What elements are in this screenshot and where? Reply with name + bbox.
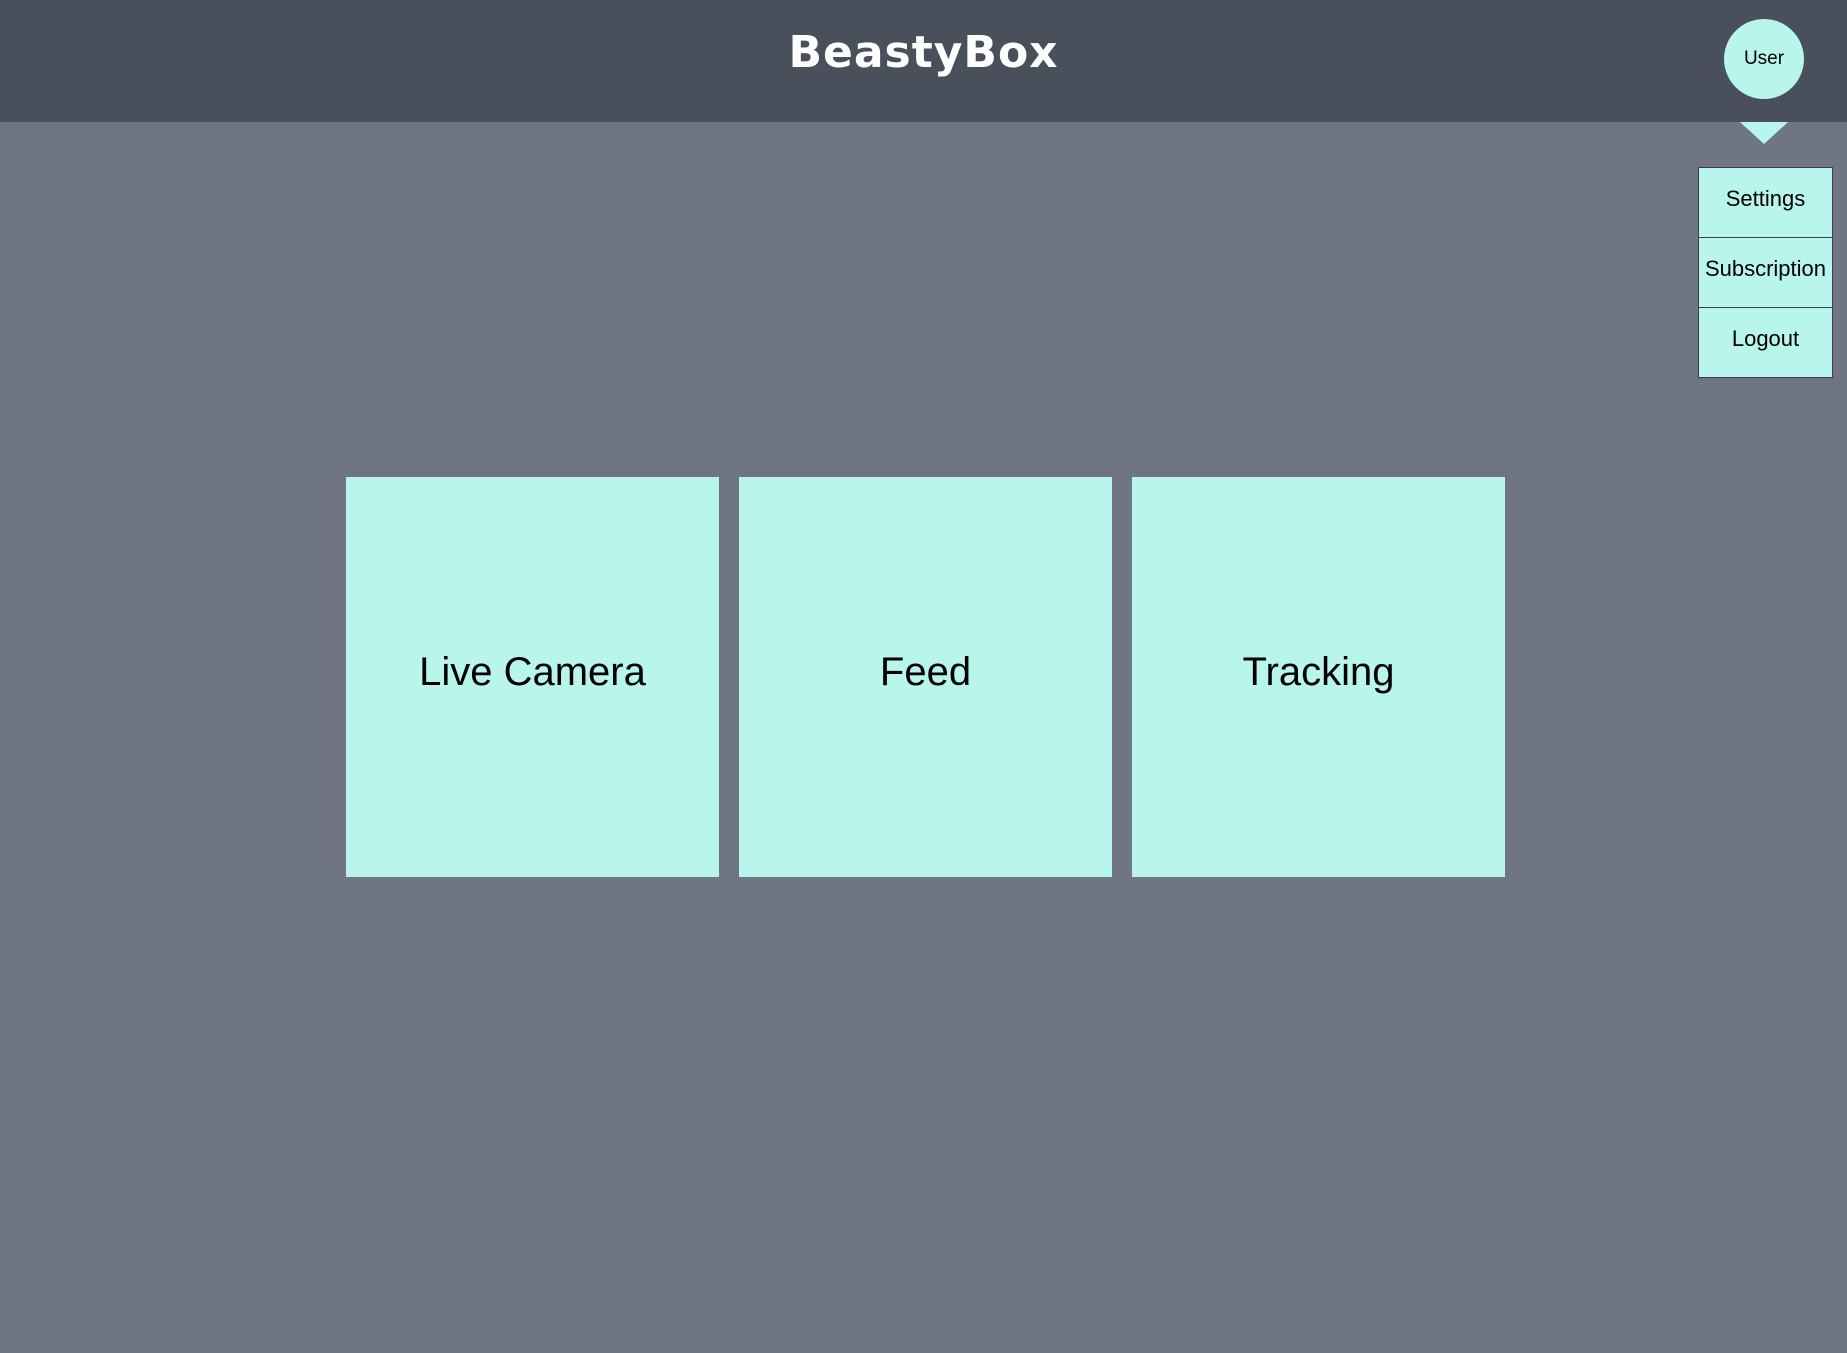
tile-label: Feed [879,649,972,694]
feature-tiles: Live Camera Feed Tracking [346,477,1505,877]
tracking-tile[interactable]: Tracking [1132,477,1505,877]
user-avatar-button[interactable]: User [1724,19,1804,99]
menu-item-logout[interactable]: Logout [1699,308,1832,377]
menu-item-settings[interactable]: Settings [1699,168,1832,238]
tile-label: Tracking [1242,649,1395,694]
menu-item-subscription[interactable]: Subscription [1699,238,1832,308]
user-dropdown-menu: Settings Subscription Logout [1698,167,1833,378]
top-header: BeastyBox User [0,0,1847,122]
tile-label: Live Camera [419,649,646,694]
live-camera-tile[interactable]: Live Camera [346,477,719,877]
user-avatar-label: User [1743,48,1785,69]
dropdown-caret-icon [1740,122,1788,144]
app-title: BeastyBox [788,27,1059,78]
feed-tile[interactable]: Feed [739,477,1112,877]
